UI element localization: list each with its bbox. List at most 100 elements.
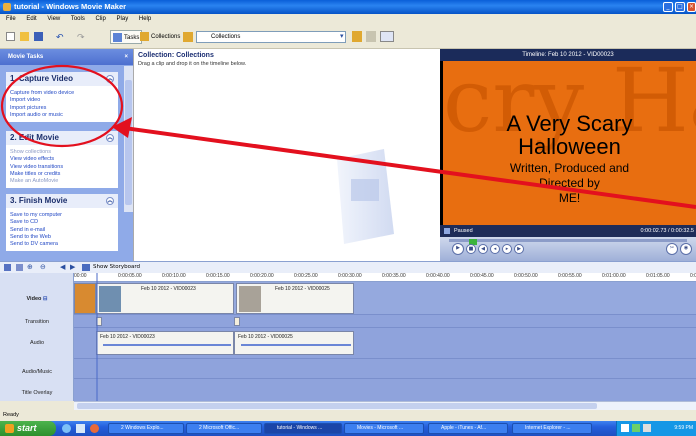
- menu-edit[interactable]: Edit: [26, 16, 36, 22]
- taskbar-item-office[interactable]: 2 Microsoft Offic...: [186, 423, 262, 434]
- close-button[interactable]: ×: [687, 2, 696, 12]
- play-timeline-icon[interactable]: ▶: [70, 263, 75, 271]
- film-strip-icon: [337, 149, 394, 244]
- timeline-playhead[interactable]: [96, 273, 98, 401]
- collapse-chevron-icon[interactable]: ︽: [106, 197, 114, 205]
- make-automovie-link[interactable]: Make an AutoMovie: [10, 178, 114, 185]
- track-label-video[interactable]: Video ⊟: [0, 296, 74, 302]
- split-clip-button[interactable]: ✂: [666, 243, 678, 255]
- play-button[interactable]: ▶: [452, 243, 464, 255]
- previous-frame-button[interactable]: ◀: [478, 244, 488, 254]
- quick-launch-ie-icon[interactable]: [62, 424, 71, 433]
- section-title: 3. Finish Movie: [10, 196, 68, 205]
- forward-button[interactable]: ▸: [502, 244, 512, 254]
- send-email-link[interactable]: Send in e-mail: [10, 227, 114, 234]
- clip-label: Feb 10 2012 - VID00025: [238, 334, 293, 340]
- menu-clip[interactable]: Clip: [96, 16, 106, 22]
- window-titlebar[interactable]: tutorial - Windows Movie Maker: [0, 0, 696, 14]
- taskbar-item-explorer[interactable]: 2 Windows Explo...: [108, 423, 184, 434]
- save-to-cd-link[interactable]: Save to CD: [10, 219, 114, 226]
- back-button[interactable]: ◂: [490, 244, 500, 254]
- tray-icon[interactable]: [632, 424, 640, 432]
- redo-button[interactable]: ↷: [77, 30, 85, 44]
- views-icon[interactable]: [380, 31, 394, 42]
- save-to-computer-link[interactable]: Save to my computer: [10, 212, 114, 219]
- ruler-tick: 0:00:10.00: [162, 273, 186, 279]
- collections-button[interactable]: Collections: [140, 30, 180, 44]
- new-folder-icon[interactable]: [366, 31, 376, 42]
- edit-movie-header[interactable]: 2. Edit Movie ︽: [6, 131, 118, 145]
- show-storyboard-button[interactable]: Show Storyboard: [93, 264, 140, 270]
- ruler-tick: 00:00: [74, 273, 87, 279]
- video-clip[interactable]: Feb 10 2012 - VID00025: [236, 283, 354, 314]
- ruler-tick: 0:00:20.00: [250, 273, 274, 279]
- taskbar-item-movies[interactable]: Movies - Microsoft ...: [344, 423, 424, 434]
- video-clip[interactable]: Feb 10 2012 - VID00023: [96, 283, 234, 314]
- up-folder-icon[interactable]: [352, 31, 362, 42]
- zoom-out-icon[interactable]: ⊖: [40, 263, 46, 271]
- capture-from-device-link[interactable]: Capture from video device: [10, 90, 114, 97]
- taskbar-item-movie-maker[interactable]: tutorial - Windows ...: [264, 423, 342, 434]
- collection-select[interactable]: Collections: [196, 31, 346, 43]
- seek-bar[interactable]: [449, 239, 687, 245]
- import-video-link[interactable]: Import video: [10, 97, 114, 104]
- menu-tools[interactable]: Tools: [71, 16, 85, 22]
- chevron-down-icon[interactable]: ▾: [340, 32, 344, 40]
- expand-icon[interactable]: ⊟: [43, 296, 48, 302]
- tray-icon[interactable]: [621, 424, 629, 432]
- ruler-tick: 0:01:05.00: [646, 273, 670, 279]
- minimize-button[interactable]: _: [663, 2, 673, 12]
- ruler-tick: 0:00:50.00: [514, 273, 538, 279]
- tasks-scroll-thumb[interactable]: [125, 80, 132, 205]
- taskbar-item-ie[interactable]: Internet Explorer - ...: [512, 423, 592, 434]
- send-web-link[interactable]: Send to the Web: [10, 234, 114, 241]
- import-pictures-link[interactable]: Import pictures: [10, 105, 114, 112]
- capture-video-header[interactable]: 1. Capture Video ︽: [6, 72, 118, 86]
- transition-track: [74, 315, 696, 328]
- import-audio-link[interactable]: Import audio or music: [10, 112, 114, 119]
- undo-button[interactable]: ↶: [56, 30, 64, 44]
- tray-icon[interactable]: [643, 424, 651, 432]
- show-collections-link[interactable]: Show collections: [10, 149, 114, 156]
- snapshot-button[interactable]: ◉: [680, 243, 692, 255]
- audio-clip[interactable]: Feb 10 2012 - VID00023: [96, 331, 234, 355]
- close-tasks-button[interactable]: ×: [124, 49, 128, 65]
- audio-clip[interactable]: Feb 10 2012 - VID00025: [234, 331, 354, 355]
- timeline-ruler[interactable]: 00:00 0:00:05.00 0:00:10.00 0:00:15.00 0:00:…: [74, 273, 696, 282]
- menu-file[interactable]: File: [6, 16, 16, 22]
- timeline-horizontal-scrollbar[interactable]: [74, 401, 696, 410]
- menu-view[interactable]: View: [47, 16, 60, 22]
- send-dv-camera-link[interactable]: Send to DV camera: [10, 241, 114, 248]
- maximize-button[interactable]: □: [675, 2, 685, 12]
- timeline-scroll-thumb[interactable]: [77, 403, 597, 409]
- playback-status-bar: Paused 0:00:02.73 / 0:00:32.5: [440, 225, 696, 237]
- finish-movie-header[interactable]: 3. Finish Movie ︽: [6, 194, 118, 208]
- collapse-chevron-icon[interactable]: ︽: [106, 134, 114, 142]
- view-video-transitions-link[interactable]: View video transitions: [10, 164, 114, 171]
- make-titles-link[interactable]: Make titles or credits: [10, 171, 114, 178]
- quick-launch-desktop-icon[interactable]: [76, 424, 85, 433]
- narrate-icon[interactable]: [16, 264, 23, 271]
- open-project-button[interactable]: [20, 30, 31, 44]
- track-labels: Video ⊟ Transition Audio Audio/Music Tit…: [0, 273, 74, 401]
- taskbar-item-itunes[interactable]: Apple - iTunes - Af...: [428, 423, 508, 434]
- zoom-in-icon[interactable]: ⊕: [27, 263, 33, 271]
- quick-launch-media-icon[interactable]: [90, 424, 99, 433]
- title-clip[interactable]: [74, 283, 96, 314]
- tasks-button[interactable]: Tasks: [110, 30, 143, 44]
- storyboard-view-icon[interactable]: [4, 264, 11, 271]
- clip-label: Feb 10 2012 - VID00023: [141, 286, 196, 292]
- new-project-button[interactable]: [6, 30, 17, 44]
- rewind-timeline-icon[interactable]: ◀: [60, 263, 65, 271]
- undo-icon: ↶: [56, 32, 64, 42]
- next-frame-button[interactable]: ▶: [514, 244, 524, 254]
- view-video-effects-link[interactable]: View video effects: [10, 156, 114, 163]
- collapse-chevron-icon[interactable]: ︽: [106, 75, 114, 83]
- transition-marker[interactable]: [234, 317, 240, 326]
- menu-help[interactable]: Help: [139, 16, 151, 22]
- tasks-icon: [113, 32, 122, 42]
- ruler-tick: 0:01:00.00: [602, 273, 626, 279]
- save-project-button[interactable]: [34, 30, 45, 44]
- stop-button[interactable]: ■: [466, 244, 476, 254]
- menu-play[interactable]: Play: [117, 16, 129, 22]
